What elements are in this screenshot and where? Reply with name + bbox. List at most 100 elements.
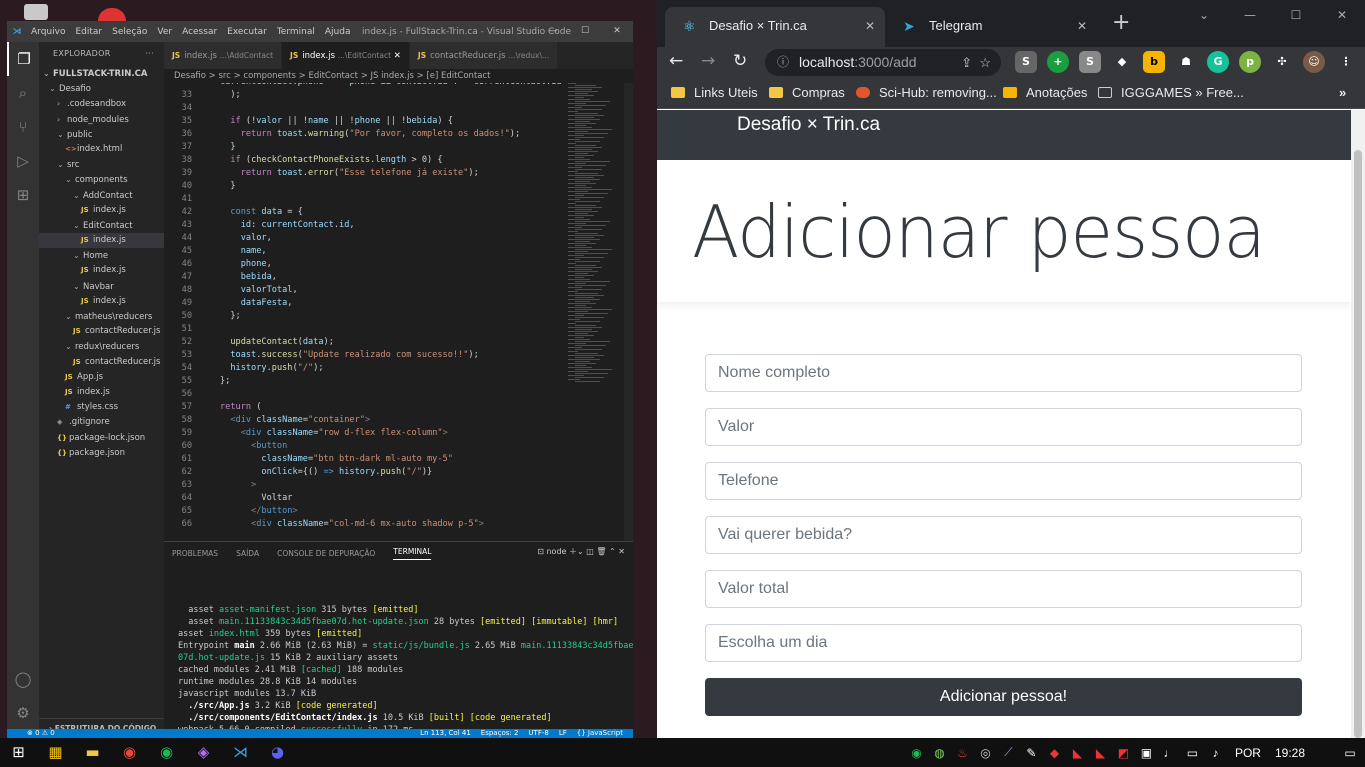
close-icon[interactable]: ✕ [394,51,401,61]
amd-icon[interactable]: ◣ [1066,746,1089,760]
page-scrollbar[interactable] [1351,110,1365,738]
minimize-icon[interactable]: — [1227,0,1273,30]
editor-tab[interactable]: JS index.js ...\AddContact [164,42,283,69]
panel-controls[interactable]: ⊡ node ＋⌄ ◫ 🗑 ⌃ ✕ [537,546,625,557]
vscode-taskbar-icon[interactable]: ⋊ [222,738,259,767]
minimap[interactable] [564,83,624,541]
discord-icon[interactable]: ◕ [259,738,296,767]
chrome-desktop-icon[interactable] [98,8,126,21]
tree-item[interactable]: JS index.js [39,233,164,249]
windows-start-icon[interactable]: ⊞ [0,738,37,767]
status-item[interactable]: Espaços: 2 [481,729,519,737]
chrome-icon[interactable]: ◉ [111,738,148,767]
tray-icon[interactable]: ♨ [951,746,974,760]
tab-telegram[interactable]: ➤ Telegram ✕ [885,7,1097,47]
bookmark-scihub[interactable]: Sci-Hub: removing... [856,78,997,108]
bebida-input[interactable] [705,516,1302,554]
navbar-brand[interactable]: Desafio × Trin.ca [737,114,880,136]
source-control-icon[interactable]: ⑂ [7,110,39,144]
puzzle-icon[interactable]: ✣ [1271,51,1293,73]
file-explorer-icon[interactable]: ▬ [74,738,111,767]
account-icon[interactable]: ◯ [7,662,39,696]
valor-total-input[interactable] [705,570,1302,608]
task-view-icon[interactable]: ▦ [37,738,74,767]
menu-item[interactable]: Acessar [182,27,217,37]
tree-item[interactable]: ⌄ AddContact [39,188,164,203]
run-debug-icon[interactable]: ▷ [7,144,39,178]
clock[interactable]: 19:28 [1275,746,1305,760]
extension-ghost-icon[interactable]: ☗ [1175,51,1197,73]
tree-item[interactable]: ◆ .gitignore [39,415,164,430]
menu-item[interactable]: Seleção [112,27,147,37]
editor-tab[interactable]: JS index.js ...\EditContact ✕ [282,42,410,69]
camera-icon[interactable]: ▣ [1135,746,1158,760]
minimize-icon[interactable]: — [537,21,569,42]
extension-diamond-icon[interactable]: ◆ [1111,51,1133,73]
tree-item[interactable]: <>index.html [39,142,164,157]
tree-item[interactable]: JS index.js [39,263,164,278]
tree-item[interactable]: JS index.js [39,203,164,218]
reload-icon[interactable]: ↻ [733,51,747,71]
terminal-output[interactable]: asset asset-manifest.json 315 bytes [emi… [178,604,634,748]
breadcrumb[interactable]: Desafio > src > components > EditContact… [164,69,633,83]
name-input[interactable] [705,354,1302,392]
tree-item[interactable]: ⌄ Navbar [39,279,164,294]
status-item[interactable]: UTF-8 [528,729,548,737]
close-tab-icon[interactable]: ✕ [1077,7,1087,45]
new-tab-icon[interactable]: + [1112,10,1130,35]
notification-icon[interactable]: ▭ [1335,746,1365,760]
tree-item[interactable]: JS index.js [39,385,164,400]
volume-icon[interactable]: ♪ [1204,746,1227,760]
tree-item[interactable]: {} package-lock.json [39,431,164,446]
status-item[interactable]: Ln 113, Col 41 [420,729,471,737]
editor-tab[interactable]: JS contactReducer.js ...\redux\... [409,42,559,69]
spotify-tray-icon[interactable]: ◉ [905,746,928,760]
share-star-icons[interactable]: ⇪ ☆ [961,49,991,76]
maximize-icon[interactable]: ☐ [1273,0,1319,30]
phone-input[interactable] [705,462,1302,500]
kebab-menu-icon[interactable]: ⋮ [1335,51,1357,73]
menu-item[interactable]: Terminal [277,27,315,37]
tree-item[interactable]: JS App.js [39,370,164,385]
tree-item[interactable]: ⌄ public [39,127,164,142]
bookmark-igggames[interactable]: IGGGAMES » Free... [1098,78,1244,108]
date-input[interactable] [705,624,1302,662]
tray-icon[interactable]: ◍ [928,746,951,760]
submit-button[interactable]: Adicionar pessoa! [705,678,1302,716]
menu-item[interactable]: Editar [75,27,102,37]
tray-icon[interactable]: ⟋ [997,745,1020,760]
tree-item[interactable]: JS contactReducer.js [39,324,164,339]
more-bookmarks[interactable]: » [1339,78,1346,108]
grammarly-icon[interactable]: G [1207,51,1229,73]
tree-item[interactable]: ⌄ matheus\reducers [39,309,164,324]
panel-tab[interactable]: PROBLEMAS [172,549,218,558]
explorer-icon[interactable]: ❐ [7,42,39,76]
microphone-icon[interactable]: ♩ [1158,746,1181,760]
avatar[interactable]: ☺ [1303,51,1325,73]
amd-icon[interactable]: ◣ [1089,746,1112,760]
maximize-icon[interactable]: ☐ [569,21,601,42]
bookmark-anotacoes[interactable]: Anotações [1003,78,1087,108]
extension-grey-icon[interactable]: S [1079,51,1101,73]
status-item[interactable]: {} JavaScript [577,729,623,737]
forward-icon[interactable]: → [701,51,715,71]
extensions-icon[interactable]: ⊞ [7,178,39,212]
tree-item[interactable]: {} package.json [39,446,164,461]
menu-item[interactable]: Executar [227,27,267,37]
close-icon[interactable]: ✕ [1319,0,1365,30]
status-item[interactable]: LF [559,729,567,737]
info-icon[interactable]: ⓘ [777,49,789,76]
tree-item[interactable]: ⌄ components [39,172,164,187]
tab-desafio[interactable]: ⚛ Desafio × Trin.ca ✕ [665,7,885,47]
input-language[interactable]: POR [1235,746,1261,760]
tray-icon[interactable]: ◆ [1043,746,1066,760]
recycle-bin-icon[interactable] [24,4,48,20]
steam-icon[interactable]: ◎ [974,746,997,760]
extension-p-icon[interactable]: p [1239,51,1261,73]
menu-item[interactable]: Ajuda [325,27,351,37]
gear-icon[interactable]: ⚙ [7,696,39,730]
extension-b-icon[interactable]: b [1143,51,1165,73]
bookmark-links-uteis[interactable]: Links Uteis [671,78,758,108]
tree-item[interactable]: ⌄ Desafio [39,81,164,96]
extension-s-icon[interactable]: S [1015,51,1037,73]
